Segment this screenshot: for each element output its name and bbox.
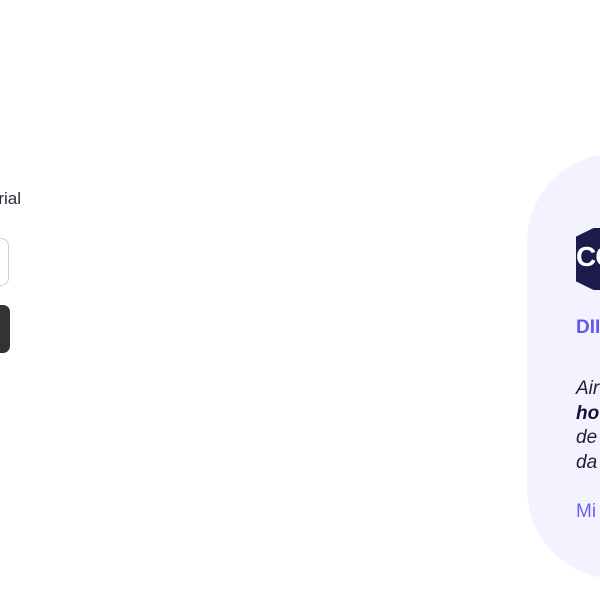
trial-text: ee trial (0, 189, 22, 208)
quote-line: Air (576, 378, 600, 399)
company-logo-text: CO (576, 241, 600, 272)
testimonial-link[interactable]: Mi (576, 500, 596, 524)
quote-line: de (576, 427, 598, 448)
quote-line: da (576, 451, 598, 473)
page: ee trial CO DII Air ho de da Mi (0, 0, 600, 612)
testimonial-label: DII (576, 317, 600, 338)
start-trial-button[interactable] (0, 305, 10, 353)
quote-line-bold: ho (576, 402, 600, 424)
testimonial-quote: Air ho de da (576, 377, 599, 475)
email-field[interactable] (0, 238, 9, 286)
